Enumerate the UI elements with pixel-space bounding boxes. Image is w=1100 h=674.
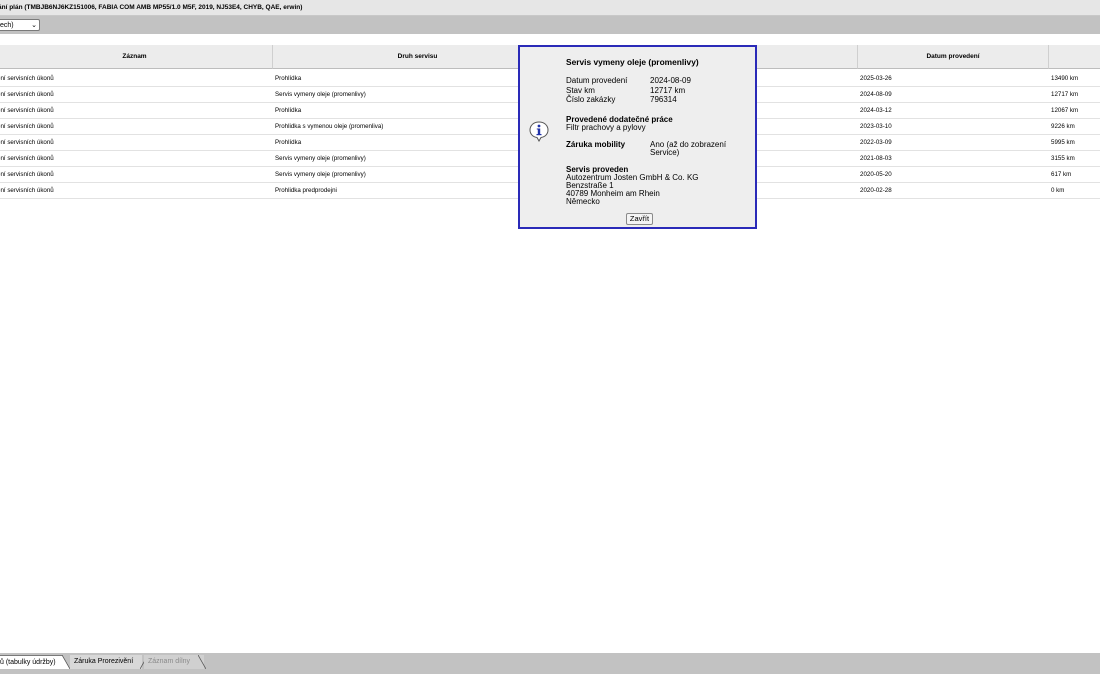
cell-km: 3155 km [1051, 155, 1075, 162]
filter-dropdown[interactable]: ech) ⌄ [0, 19, 40, 31]
cell-km: 9226 km [1051, 123, 1075, 130]
cell-zaznam: ení servisních úkonů [0, 187, 54, 194]
popup-title: Servis vymeny oleje (promenlivy) [566, 57, 699, 67]
cell-zaznam: ení servisních úkonů [0, 139, 54, 146]
cell-datum-provedeni: 2022-03-09 [860, 139, 892, 146]
column-header-datum-provedeni-label: Datum provedení [926, 53, 980, 60]
cell-zaznam: ení servisních úkonů [0, 107, 54, 114]
window-title-bar: ání plán (TMBJB6NJ6KZ151006, FABIA COM A… [0, 0, 1100, 16]
cell-datum-provedeni: 2020-02-28 [860, 187, 892, 194]
cell-km: 5995 km [1051, 139, 1075, 146]
cell-km: 13490 km [1051, 75, 1079, 82]
tab-zaruka-prorezaveni-label: Záruka Prorezivění [74, 658, 134, 665]
tab-zaruka-prorezaveni[interactable]: Záruka Prorezivění [70, 655, 142, 669]
cell-datum-provedeni: 2024-03-12 [860, 107, 892, 114]
tab-separator [198, 655, 206, 669]
popup-datum-value: 2024-08-09 [650, 76, 691, 85]
filter-toolbar: ech) ⌄ [0, 16, 1100, 34]
cell-datum-provedeni: 2021-08-03 [860, 155, 892, 162]
tab-tabulky-udrzby-label: ů (tabulky údržby) [0, 659, 56, 666]
bottom-tab-bar: ů (tabulky údržby) Záruka Prorezivění Zá… [0, 653, 1100, 674]
cell-datum-provedeni: 2023-03-10 [860, 123, 892, 130]
popup-datum-label: Datum provedení [566, 76, 628, 85]
popup-extra-work-text: Filtr prachovy a pylovy [566, 123, 646, 132]
popup-km-value: 12717 km [650, 86, 686, 95]
tab-zaznam-dilny[interactable]: Záznam dílny [144, 655, 204, 669]
cell-km: 617 km [1051, 171, 1072, 178]
popup-mobility-value-line-2: Service) [650, 148, 680, 157]
cell-druh-servisu: Prohlidka s vymenou oleje (promenliva) [275, 123, 384, 130]
popup-zakazka-value: 796314 [650, 95, 677, 104]
popup-km-label: Stav km [566, 86, 595, 95]
cell-km: 12717 km [1051, 91, 1079, 98]
cell-datum-provedeni: 2024-08-09 [860, 91, 892, 98]
column-header-datum-provedeni[interactable]: Datum provedení [858, 45, 1049, 69]
chevron-down-icon: ⌄ [31, 22, 37, 29]
cell-druh-servisu: Prohlidka predprodejni [275, 187, 337, 194]
cell-zaznam: ení servisních úkonů [0, 75, 54, 82]
cell-druh-servisu: Prohlídka [275, 107, 302, 114]
window-title: ání plán (TMBJB6NJ6KZ151006, FABIA COM A… [0, 4, 303, 11]
tab-tabulky-udrzby[interactable]: ů (tabulky údržby) [0, 655, 62, 669]
cell-druh-servisu: Prohlídka [275, 139, 302, 146]
cell-km: 0 km [1051, 187, 1065, 194]
cell-zaznam: ení servisních úkonů [0, 155, 54, 162]
cell-km: 12067 km [1051, 107, 1079, 114]
cell-druh-servisu: Servis vymeny oleje (promenlivy) [275, 171, 366, 178]
column-header-druh-servisu-label: Druh servisu [397, 53, 438, 60]
column-header-zaznam[interactable]: Záznam [0, 45, 273, 69]
column-header-km[interactable] [1049, 45, 1100, 69]
tab-separator [62, 655, 70, 669]
popup-zakazka-label: Číslo zakázky [566, 95, 616, 104]
cell-druh-servisu: Prohlídka [275, 75, 302, 82]
app-window: ání plán (TMBJB6NJ6KZ151006, FABIA COM A… [0, 0, 1100, 674]
tab-zaznam-dilny-label: Záznam dílny [148, 658, 191, 665]
info-icon [529, 121, 549, 142]
cell-druh-servisu: Servis vymeny oleje (promenlivy) [275, 91, 366, 98]
popup-mobility-label: Záruka mobility [566, 140, 626, 149]
cell-zaznam: ení servisních úkonů [0, 91, 54, 98]
column-header-zaznam-label: Záznam [122, 53, 147, 60]
popup-service-line-4: Německo [566, 197, 600, 206]
cell-druh-servisu: Servis vymeny oleje (promenlivy) [275, 155, 366, 162]
cell-zaznam: ení servisních úkonů [0, 171, 54, 178]
service-detail-popup: Servis vymeny oleje (promenlivy) Datum p… [518, 45, 757, 229]
filter-dropdown-value: ech) [0, 22, 14, 29]
cell-zaznam: ení servisních úkonů [0, 123, 54, 130]
cell-datum-provedeni: 2020-05-20 [860, 171, 892, 178]
close-button[interactable]: Zavřít [626, 213, 653, 225]
cell-datum-provedeni: 2025-03-26 [860, 75, 892, 82]
